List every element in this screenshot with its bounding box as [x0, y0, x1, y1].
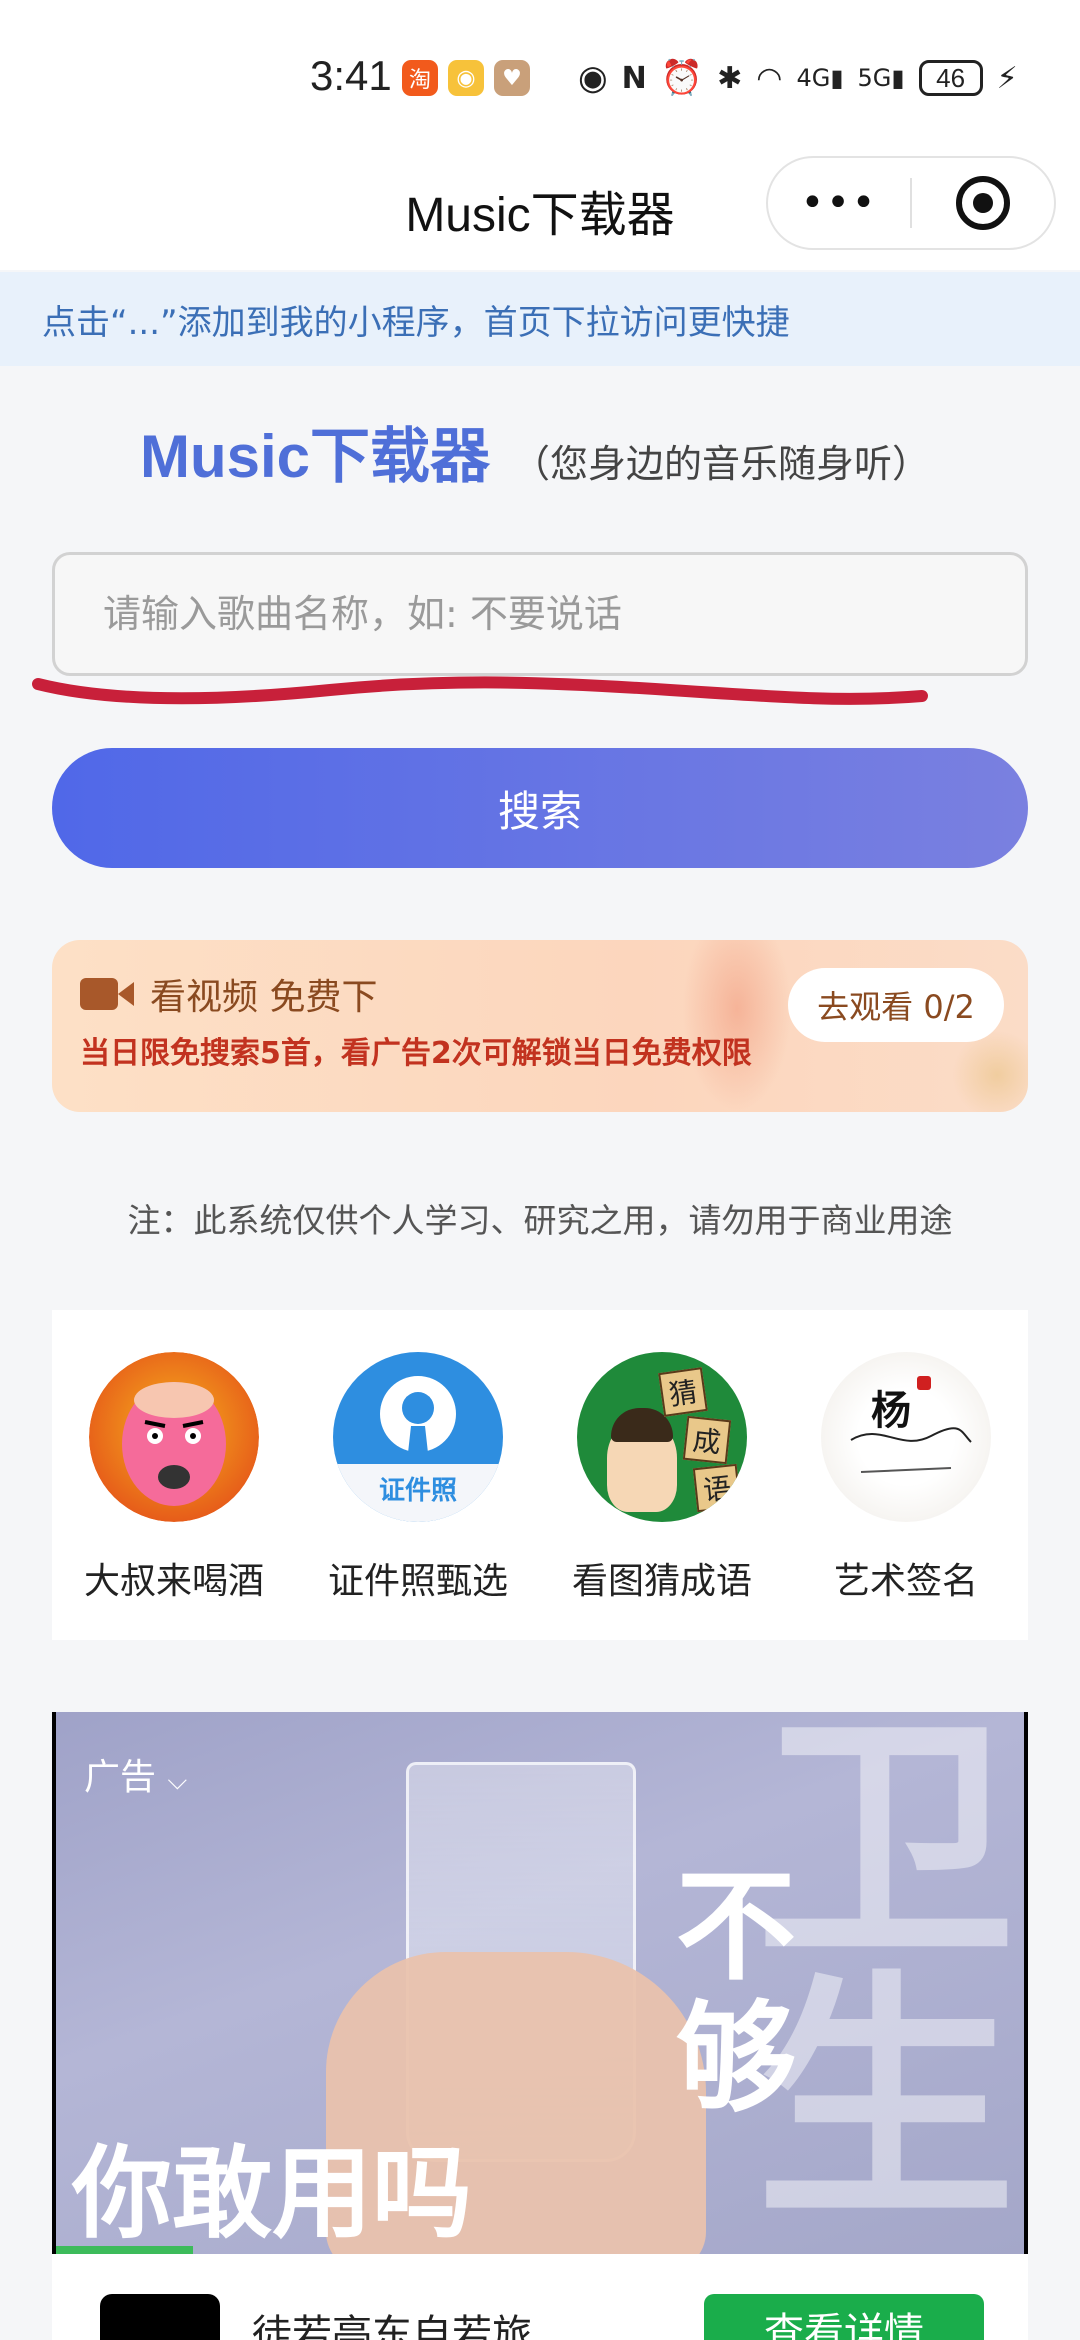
- promo-title: 看视频 免费下: [150, 977, 378, 1018]
- mini-app-art-signature[interactable]: 杨 艺术签名: [784, 1352, 1028, 1640]
- system-status-icons: ◉ N ⏰ ✱ ◠ 4G▮ 5G▮ 46 ⚡: [578, 58, 1018, 98]
- brand-header: Music下载器 （您身边的音乐随身听）: [140, 408, 930, 495]
- ad-caption: 你敢用吗: [72, 2135, 472, 2252]
- more-dots-icon: •••: [800, 180, 878, 226]
- close-mini-program-button[interactable]: [912, 158, 1054, 248]
- add-to-my-programs-tip: 点击“...”添加到我的小程序，首页下拉访问更快捷: [0, 272, 1080, 366]
- nav-bar: Music下载器 •••: [0, 150, 1080, 270]
- mini-app-label: 艺术签名: [833, 1561, 978, 1602]
- idiom-tile: 猜: [658, 1367, 708, 1417]
- mini-app-drinking-uncle[interactable]: 大叔来喝酒: [52, 1352, 296, 1640]
- ad-progress-bar: [56, 2246, 193, 2254]
- search-button[interactable]: 搜索: [52, 748, 1028, 868]
- signal-4g-icon: 4G▮: [796, 64, 844, 92]
- alarm-icon: ⏰: [660, 58, 704, 98]
- guess-idiom-avatar-icon: 猜 成 语: [577, 1352, 747, 1522]
- hand-heart-icon: ♥: [494, 60, 530, 96]
- eye-icon: ◉: [578, 58, 608, 98]
- mini-app-label: 证件照甄选: [327, 1561, 508, 1602]
- mini-app-id-photo[interactable]: 证件照 证件照甄选: [296, 1352, 540, 1640]
- advertiser-logo: [100, 2294, 220, 2340]
- id-photo-badge-text: 证件照: [378, 1476, 457, 1506]
- ad-footer: 徒若亭东自若旅 查看详情: [52, 2254, 1028, 2340]
- signal-5g-icon: 5G▮: [857, 64, 905, 92]
- promo-description: 当日限免搜索5首，看广告2次可解锁当日免费权限: [80, 1036, 752, 1071]
- drinking-uncle-avatar-icon: [89, 1352, 259, 1522]
- nfc-icon: N: [621, 60, 647, 96]
- idiom-tile: 语: [692, 1463, 742, 1513]
- song-search-input[interactable]: [52, 552, 1028, 676]
- notification-icons: 淘 ◉ ♥: [402, 60, 530, 96]
- chevron-down-icon: ⌵: [167, 1766, 188, 1796]
- idiom-tile: 成: [682, 1415, 732, 1465]
- mini-app-label: 看图猜成语: [571, 1561, 752, 1602]
- disclaimer-note: 注：此系统仅供个人学习、研究之用，请勿用于商业用途: [127, 1201, 953, 1240]
- battery-indicator: 46: [918, 60, 983, 96]
- status-time: 3:41: [310, 52, 392, 99]
- status-bar: 3:41 淘 ◉ ♥ ◉ N ⏰ ✱ ◠ 4G▮ 5G▮ 46 ⚡: [0, 0, 1080, 150]
- mini-program-capsule: •••: [766, 156, 1056, 250]
- bluetooth-icon: ✱: [717, 60, 743, 96]
- brand-name: Music下载器: [140, 423, 491, 490]
- go-watch-button[interactable]: 去观看 0/2: [788, 968, 1004, 1042]
- view-details-button[interactable]: 查看详情: [704, 2294, 984, 2340]
- charging-icon: ⚡: [996, 60, 1018, 96]
- red-underline-annotation: [32, 676, 928, 705]
- target-close-icon: [955, 176, 1010, 230]
- watch-video-promo: 看视频 免费下 当日限免搜索5首，看广告2次可解锁当日免费权限 去观看 0/2: [52, 940, 1028, 1112]
- video-camera-icon: [80, 976, 136, 1012]
- mini-app-label: 大叔来喝酒: [83, 1561, 264, 1602]
- mini-app-guess-idiom[interactable]: 猜 成 语 看图猜成语: [540, 1352, 784, 1640]
- ad-vertical-text: 不够: [676, 1858, 796, 2129]
- advertiser-name: 徒若亭东自若旅: [252, 2312, 532, 2340]
- brand-subtitle: （您身边的音乐随身听）: [512, 442, 931, 486]
- flower-decoration: [952, 1030, 1028, 1112]
- wifi-icon: ◠: [756, 60, 783, 96]
- id-photo-avatar-icon: 证件照: [333, 1352, 503, 1522]
- recommended-mini-apps: 大叔来喝酒 证件照 证件照甄选 猜 成 语 看图猜成语 杨 艺术签名: [52, 1310, 1028, 1640]
- ad-label-text: 广告: [84, 1757, 157, 1798]
- lantern-decoration: [682, 940, 792, 1112]
- taobao-icon: 淘: [402, 60, 438, 96]
- promo-header: 看视频 免费下: [80, 968, 377, 1020]
- art-signature-avatar-icon: 杨: [821, 1352, 991, 1522]
- video-ad[interactable]: 卫 生 不够 广告 ⌵ 你敢用吗: [52, 1712, 1028, 2254]
- weibo-icon: ◉: [448, 60, 484, 96]
- ad-label-dropdown[interactable]: 广告 ⌵: [84, 1748, 187, 1800]
- more-menu-button[interactable]: •••: [768, 158, 910, 248]
